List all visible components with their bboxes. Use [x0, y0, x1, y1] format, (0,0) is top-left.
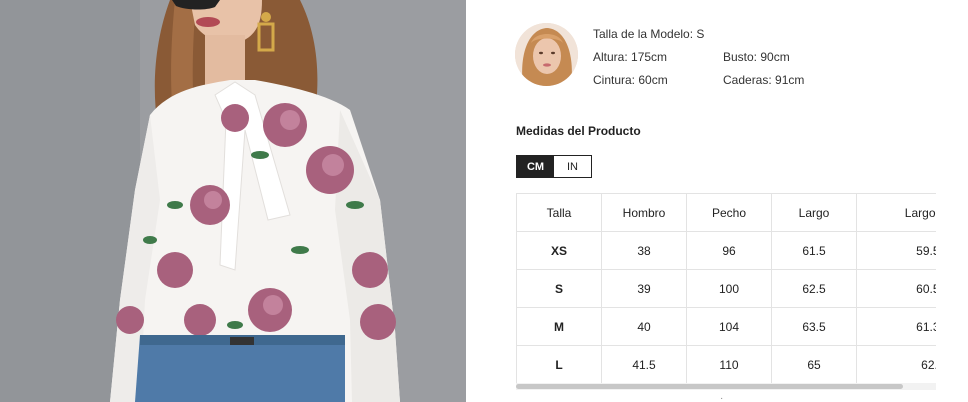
table-row: L 41.5 110 65 62.5-63 [516, 345, 936, 383]
size-cell: L [516, 345, 602, 383]
column-header-length: Largo [771, 193, 857, 232]
model-hips: Caderas: 91cm [723, 72, 805, 87]
more-indicator-icon: · [720, 393, 724, 402]
table-cell: 65 [771, 345, 857, 383]
table-cell: 61.3-61.5 [856, 307, 936, 346]
table-cell: 100 [686, 269, 772, 308]
model-avatar [515, 23, 578, 86]
column-header-bust: Pecho [686, 193, 772, 232]
table-cell: 62.5-63 [856, 345, 936, 383]
table-row: XS 38 96 61.5 59.5-59.7 [516, 231, 936, 270]
table-cell: 40 [601, 307, 687, 346]
size-table-container: Talla Hombro Pecho Largo Largo de la m X… [516, 193, 936, 383]
table-row: M 40 104 63.5 61.3-61.5 [516, 307, 936, 346]
column-header-sleeve-length: Largo de la m [856, 193, 936, 232]
unit-cm-button[interactable]: CM [517, 156, 554, 177]
unit-toggle: CM IN [516, 155, 592, 178]
model-size: Talla de la Modelo: S [593, 26, 705, 41]
product-image[interactable] [0, 0, 466, 402]
product-measurements-title: Medidas del Producto [516, 124, 641, 138]
table-cell: 38 [601, 231, 687, 270]
table-cell: 63.5 [771, 307, 857, 346]
model-bust: Busto: 90cm [723, 49, 790, 64]
column-header-size: Talla [516, 193, 602, 232]
table-cell: 59.5-59.7 [856, 231, 936, 270]
unit-in-button[interactable]: IN [554, 156, 591, 177]
table-cell: 61.5 [771, 231, 857, 270]
model-info: Talla de la Modelo: S Altura: 175cm Bust… [593, 22, 853, 91]
table-cell: 41.5 [601, 345, 687, 383]
table-cell: 110 [686, 345, 772, 383]
table-cell: 60.5-60.5 [856, 269, 936, 308]
size-cell: S [516, 269, 602, 308]
table-row: S 39 100 62.5 60.5-60.5 [516, 269, 936, 308]
table-horizontal-scrollbar[interactable] [516, 383, 936, 390]
table-cell: 62.5 [771, 269, 857, 308]
size-cell: M [516, 307, 602, 346]
table-cell: 104 [686, 307, 772, 346]
table-cell: 39 [601, 269, 687, 308]
column-header-shoulder: Hombro [601, 193, 687, 232]
model-waist: Cintura: 60cm [593, 72, 668, 87]
table-cell: 96 [686, 231, 772, 270]
scrollbar-thumb[interactable] [516, 384, 903, 389]
size-table: Talla Hombro Pecho Largo Largo de la m X… [516, 193, 936, 383]
table-header-row: Talla Hombro Pecho Largo Largo de la m [516, 193, 936, 232]
model-height: Altura: 175cm [593, 49, 668, 64]
size-cell: XS [516, 231, 602, 270]
